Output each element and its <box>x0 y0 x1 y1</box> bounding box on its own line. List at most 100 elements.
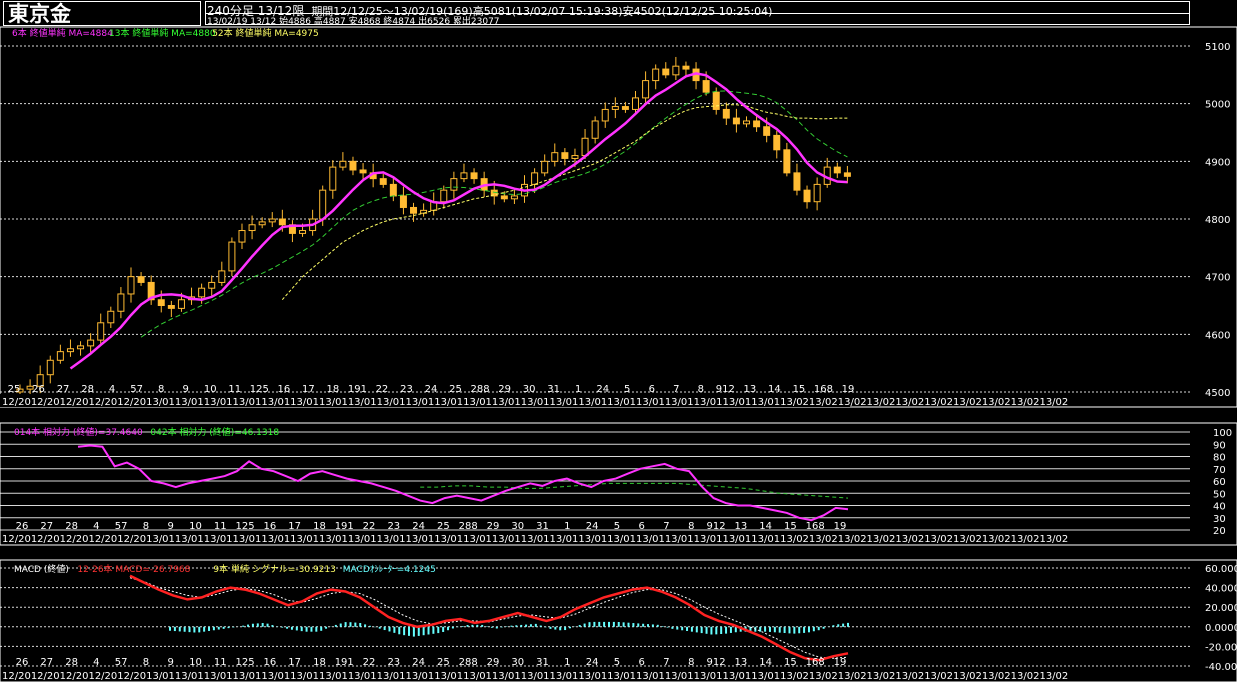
rsi-date-label: 8 <box>143 521 149 532</box>
candle-body <box>783 149 791 174</box>
main-date-label: 27 <box>57 384 70 395</box>
candle-body <box>157 299 165 307</box>
macd-date-label: 4 <box>93 657 99 668</box>
macd-date-label: 17 <box>288 657 301 668</box>
rsi-y-tick: 20 <box>1213 526 1226 537</box>
rsi-legend-item: 042本 相対力 (終値)=46.1318 <box>150 426 279 438</box>
candle-body <box>500 195 508 200</box>
macd-legend-item: 9本 単純 シグナル=-30.9213 <box>213 563 335 575</box>
main-date-label: 11 <box>228 384 241 395</box>
rsi-date-label: 7 <box>663 521 669 532</box>
main-date-label: 24 <box>425 384 438 395</box>
macd-date-label: 26 <box>16 657 29 668</box>
rsi-y-tick: 30 <box>1213 514 1226 525</box>
candle-body <box>77 345 85 350</box>
macd-date-label: 10 <box>189 657 202 668</box>
candle-body <box>833 166 841 174</box>
candle-body <box>712 91 720 110</box>
main-y-tick: 4500 <box>1205 388 1230 399</box>
main-date-label: 13 <box>744 384 757 395</box>
candle-body <box>238 230 246 243</box>
macd-line <box>129 574 849 662</box>
main-legend-item: 13本 終値単純 MA=4880 <box>109 27 216 39</box>
candle-body <box>440 189 448 203</box>
macd-date-label: 29 <box>487 657 500 668</box>
rsi-date-label: 8 <box>688 521 694 532</box>
main-date-label: 8 <box>698 384 704 395</box>
rsi-date-label: 10 <box>189 521 202 532</box>
rsi-date-label: 25 <box>437 521 450 532</box>
candle-body <box>107 310 115 324</box>
macd-y-tick: 0.0000 <box>1205 623 1237 634</box>
macd-y-tick: 60.0000 <box>1205 564 1237 575</box>
rsi-date-label: 288 <box>459 521 478 532</box>
rsi-date-label: 11 <box>214 521 227 532</box>
main-date-label: 57 <box>130 384 143 395</box>
candle-body <box>248 224 256 232</box>
rsi-y-tick: 80 <box>1213 453 1226 464</box>
macd-date-label: 11 <box>214 657 227 668</box>
candle-body <box>763 126 771 136</box>
rsi-date-label: 15 <box>784 521 797 532</box>
macd-date-label: 18 <box>313 657 326 668</box>
main-y-tick: 5100 <box>1205 42 1230 53</box>
candle-body <box>581 137 589 157</box>
candle-body <box>329 166 337 191</box>
candle-body <box>722 108 730 119</box>
main-date-label: 25 <box>449 384 462 395</box>
main-date-label: 23 <box>400 384 413 395</box>
main-date-label: 24 <box>596 384 609 395</box>
main-date-label: 8 <box>158 384 164 395</box>
candle-body <box>460 172 468 180</box>
macd-y-tick: -20.0000 <box>1205 642 1237 653</box>
macd-date-label: 24 <box>586 657 599 668</box>
macd-date-label: 14 <box>759 657 772 668</box>
candle-body <box>742 120 750 125</box>
candle-body <box>732 117 740 125</box>
rsi-date-label: 23 <box>387 521 400 532</box>
main-date-label: 912 <box>716 384 735 395</box>
rsi-date-label: 27 <box>40 521 53 532</box>
rsi-y-tick: 40 <box>1213 502 1226 513</box>
rsi-date-label: 191 <box>335 521 354 532</box>
candle-body <box>601 108 609 122</box>
rsi-date-label: 57 <box>115 521 128 532</box>
main-date-label: 5 <box>624 384 630 395</box>
candle-body <box>672 65 680 76</box>
main-y-tick: 4900 <box>1205 157 1230 168</box>
candle-body <box>510 195 518 200</box>
rsi-date-label: 28 <box>65 521 78 532</box>
candle-body <box>702 80 710 93</box>
candle-body <box>339 160 347 168</box>
macd-date-label: 1 <box>564 657 570 668</box>
candle-body <box>97 322 105 341</box>
rsi-date-label: 125 <box>236 521 255 532</box>
rsi-y-tick: 90 <box>1213 440 1226 451</box>
candle-body <box>793 172 801 191</box>
rsi-date-label: 4 <box>93 521 99 532</box>
main-date-label: 1 <box>575 384 581 395</box>
macd-date-label: 24 <box>412 657 425 668</box>
candle-body <box>137 276 145 283</box>
ma13-line <box>140 90 848 338</box>
rsi-y-tick: 60 <box>1213 477 1226 488</box>
rsi-date-label: 31 <box>536 521 549 532</box>
rsi-date-label: 30 <box>511 521 524 532</box>
macd-date-label: 23 <box>387 657 400 668</box>
candle-body <box>117 293 125 312</box>
candle-body <box>591 120 599 139</box>
rsi-date-label: 9 <box>168 521 174 532</box>
candle-body <box>127 276 135 295</box>
rsi-date-label: 16 <box>264 521 277 532</box>
main-date-label: 15 <box>793 384 806 395</box>
candle-body <box>621 106 629 110</box>
macd-date-label: 8 <box>688 657 694 668</box>
candle-body <box>813 183 821 203</box>
macd-legend-item: MACDｵｼﾚｰﾀｰ=4.1245 <box>343 564 436 575</box>
candle-body <box>662 68 670 76</box>
macd-date-label: 22 <box>363 657 376 668</box>
main-y-tick: 5000 <box>1205 100 1230 111</box>
candle-body <box>803 189 811 203</box>
macd-date-label: 9 <box>168 657 174 668</box>
macd-date-label: 19 <box>834 657 847 668</box>
